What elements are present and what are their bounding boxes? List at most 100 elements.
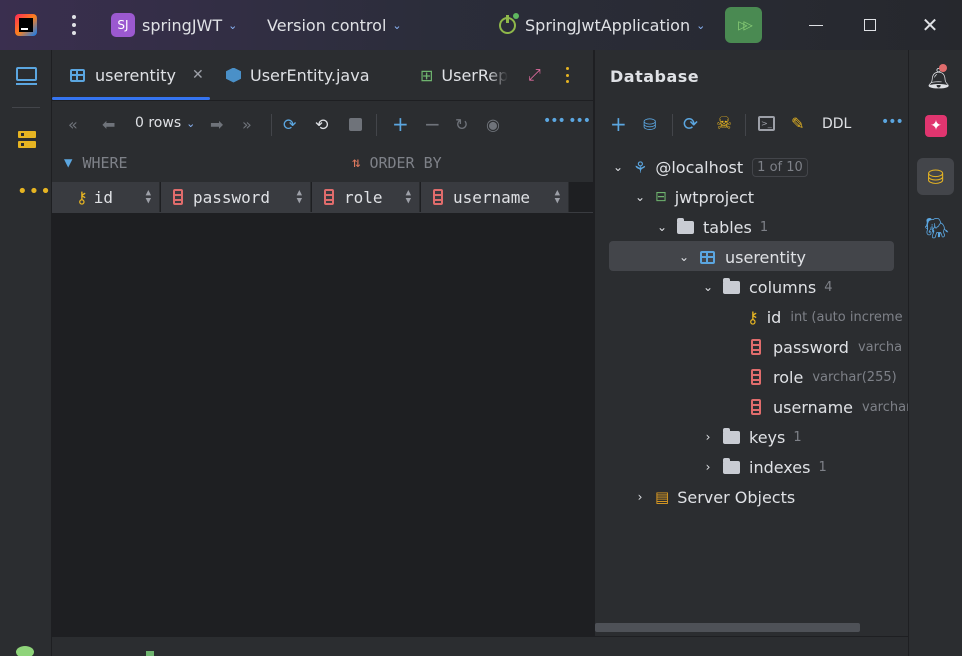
- data-editor-toolbar: « ⬅ 0 rows ⌄ ➡ » ⟳ ⟲ + − ↻ ◉ ••• •••: [52, 100, 593, 148]
- sort-toggle-icon[interactable]: ▲ ▼: [406, 189, 411, 206]
- column-header-password[interactable]: password ▲ ▼: [161, 182, 311, 212]
- skull-icon[interactable]: ☠: [716, 113, 732, 134]
- tab-menu-icon[interactable]: [564, 67, 570, 83]
- where-filter[interactable]: ▼ WHERE: [64, 154, 128, 172]
- project-selector[interactable]: SJ springJWT ⌄: [111, 12, 237, 38]
- table-icon: [70, 68, 85, 82]
- node-label: password: [773, 337, 849, 357]
- rows-selector[interactable]: 0 rows ⌄: [135, 115, 195, 131]
- close-window-button[interactable]: ✕: [900, 0, 960, 50]
- tree-node-column-password[interactable]: password varcha: [739, 332, 902, 362]
- project-view-icon[interactable]: [16, 67, 37, 81]
- delete-row-icon[interactable]: −: [424, 112, 441, 136]
- tree-node-column-role[interactable]: role varchar(255): [739, 362, 897, 392]
- run-button[interactable]: ▷▷: [725, 7, 762, 43]
- tree-node-column-username[interactable]: username varchar: [739, 392, 911, 422]
- next-page-icon[interactable]: ➡: [210, 115, 223, 134]
- column-header-username[interactable]: username ▲ ▼: [421, 182, 569, 212]
- folder-icon: [723, 457, 740, 474]
- tree-node-jwtproject[interactable]: ⌄ ⊟ jwtproject: [633, 182, 754, 212]
- editor-tab-bar: userentity ✕ UserEntity.java ⊞ UserRep ⤢: [52, 50, 593, 100]
- ai-assistant-icon[interactable]: ✦: [925, 115, 947, 137]
- spring-boot-icon: [499, 12, 519, 34]
- refresh-icon[interactable]: ⟳: [683, 114, 698, 135]
- sort-toggle-icon[interactable]: ▲ ▼: [297, 189, 302, 206]
- minimize-button[interactable]: [786, 0, 846, 50]
- where-label: WHERE: [82, 154, 128, 172]
- chevron-down-icon: ⌄: [634, 190, 646, 204]
- node-count: 1: [793, 429, 802, 445]
- node-label: userentity: [725, 247, 806, 267]
- mysql-icon: ⚘: [633, 157, 648, 177]
- tree-node-column-id[interactable]: ⚷ id int (auto increme: [747, 302, 903, 332]
- notifications-icon[interactable]: 🔔︎: [926, 64, 951, 90]
- run-config-name: SpringJwtApplication: [525, 15, 691, 35]
- chevron-down-icon: ⌄: [702, 280, 714, 294]
- tree-node-indexes[interactable]: › indexes 1: [701, 452, 827, 482]
- toolbar-divider: [376, 114, 377, 136]
- run-configuration-selector[interactable]: SpringJwtApplication ⌄: [499, 12, 705, 38]
- ddl-button[interactable]: DDL: [822, 116, 851, 132]
- main-menu-icon[interactable]: [68, 15, 80, 35]
- project-badge: SJ: [111, 13, 135, 37]
- more-actions-icon[interactable]: •••: [881, 114, 904, 130]
- tab-userrepository[interactable]: ⊞ UserRep: [406, 50, 532, 100]
- close-icon[interactable]: ✕: [192, 67, 204, 83]
- database-tool-button[interactable]: ⛁: [917, 158, 954, 195]
- history-icon[interactable]: ⟲: [315, 115, 328, 134]
- node-label: Server Objects: [677, 487, 796, 507]
- tree-node-server-objects[interactable]: › ▤ Server Objects: [633, 482, 796, 512]
- results-grid[interactable]: [52, 212, 593, 636]
- server-objects-icon: ▤: [655, 488, 670, 506]
- tab-userentity[interactable]: userentity ✕: [56, 50, 218, 100]
- tree-node-localhost[interactable]: ⌄ ⚘ @localhost 1 of 10: [611, 152, 808, 182]
- column-header-role[interactable]: role ▲ ▼: [312, 182, 420, 212]
- chevron-down-icon: ⌄: [678, 250, 690, 264]
- preview-icon[interactable]: ◉: [486, 115, 500, 134]
- column-type: varchar: [862, 399, 912, 415]
- node-label: indexes: [749, 457, 811, 477]
- edit-source-icon[interactable]: ✎: [791, 114, 804, 133]
- last-page-icon[interactable]: »: [242, 115, 252, 134]
- maximize-button[interactable]: [840, 0, 900, 50]
- title-bar: SJ springJWT ⌄ Version control ⌄ SpringJ…: [0, 0, 962, 50]
- more-actions-icon[interactable]: ••• •••: [543, 113, 591, 129]
- tree-node-columns[interactable]: ⌄ columns 4: [701, 272, 833, 302]
- column-header-id[interactable]: ⚷ id ▲ ▼: [52, 182, 160, 212]
- tree-node-userentity[interactable]: ⌄ userentity: [677, 242, 806, 272]
- tree-node-tables[interactable]: ⌄ tables 1: [655, 212, 768, 242]
- console-icon[interactable]: >_: [758, 116, 775, 131]
- first-page-icon[interactable]: «: [68, 115, 78, 134]
- column-name: username: [453, 187, 531, 207]
- sort-toggle-icon[interactable]: ▲ ▼: [146, 189, 151, 206]
- refresh-icon[interactable]: ⟳: [283, 115, 296, 134]
- column-icon: [751, 369, 761, 385]
- add-row-icon[interactable]: +: [392, 112, 409, 136]
- sort-toggle-icon[interactable]: ▲ ▼: [555, 189, 560, 206]
- add-datasource-icon[interactable]: +: [610, 112, 627, 136]
- tab-userentity-java[interactable]: UserEntity.java: [212, 50, 384, 100]
- more-tools-icon[interactable]: •••: [17, 181, 52, 202]
- stop-icon[interactable]: [349, 118, 362, 131]
- tab-label: UserEntity.java: [250, 65, 370, 85]
- toolbar-divider: [672, 114, 673, 136]
- horizontal-scrollbar[interactable]: [595, 623, 860, 632]
- datasource-properties-icon[interactable]: ⛁: [643, 115, 656, 134]
- database-status-icon[interactable]: [16, 646, 34, 656]
- structure-icon[interactable]: [18, 131, 36, 149]
- intellij-logo-icon[interactable]: [15, 14, 37, 36]
- status-indicator-icon: [146, 651, 154, 656]
- node-label: id: [766, 307, 782, 327]
- gradle-icon[interactable]: 🐘︎: [924, 216, 949, 240]
- primary-key-icon: ⚷: [747, 307, 759, 327]
- column-icon: [751, 339, 761, 355]
- order-by-filter[interactable]: ⇅ ORDER BY: [352, 154, 442, 172]
- node-label: keys: [749, 427, 786, 447]
- tree-node-keys[interactable]: › keys 1: [701, 422, 802, 452]
- previous-page-icon[interactable]: ⬅: [102, 115, 115, 134]
- version-control-menu[interactable]: Version control ⌄: [267, 12, 402, 38]
- expand-icon[interactable]: ⤢: [528, 65, 541, 85]
- revert-icon[interactable]: ↻: [455, 115, 468, 134]
- tab-label: UserRep: [441, 65, 509, 85]
- column-icon: [173, 189, 183, 205]
